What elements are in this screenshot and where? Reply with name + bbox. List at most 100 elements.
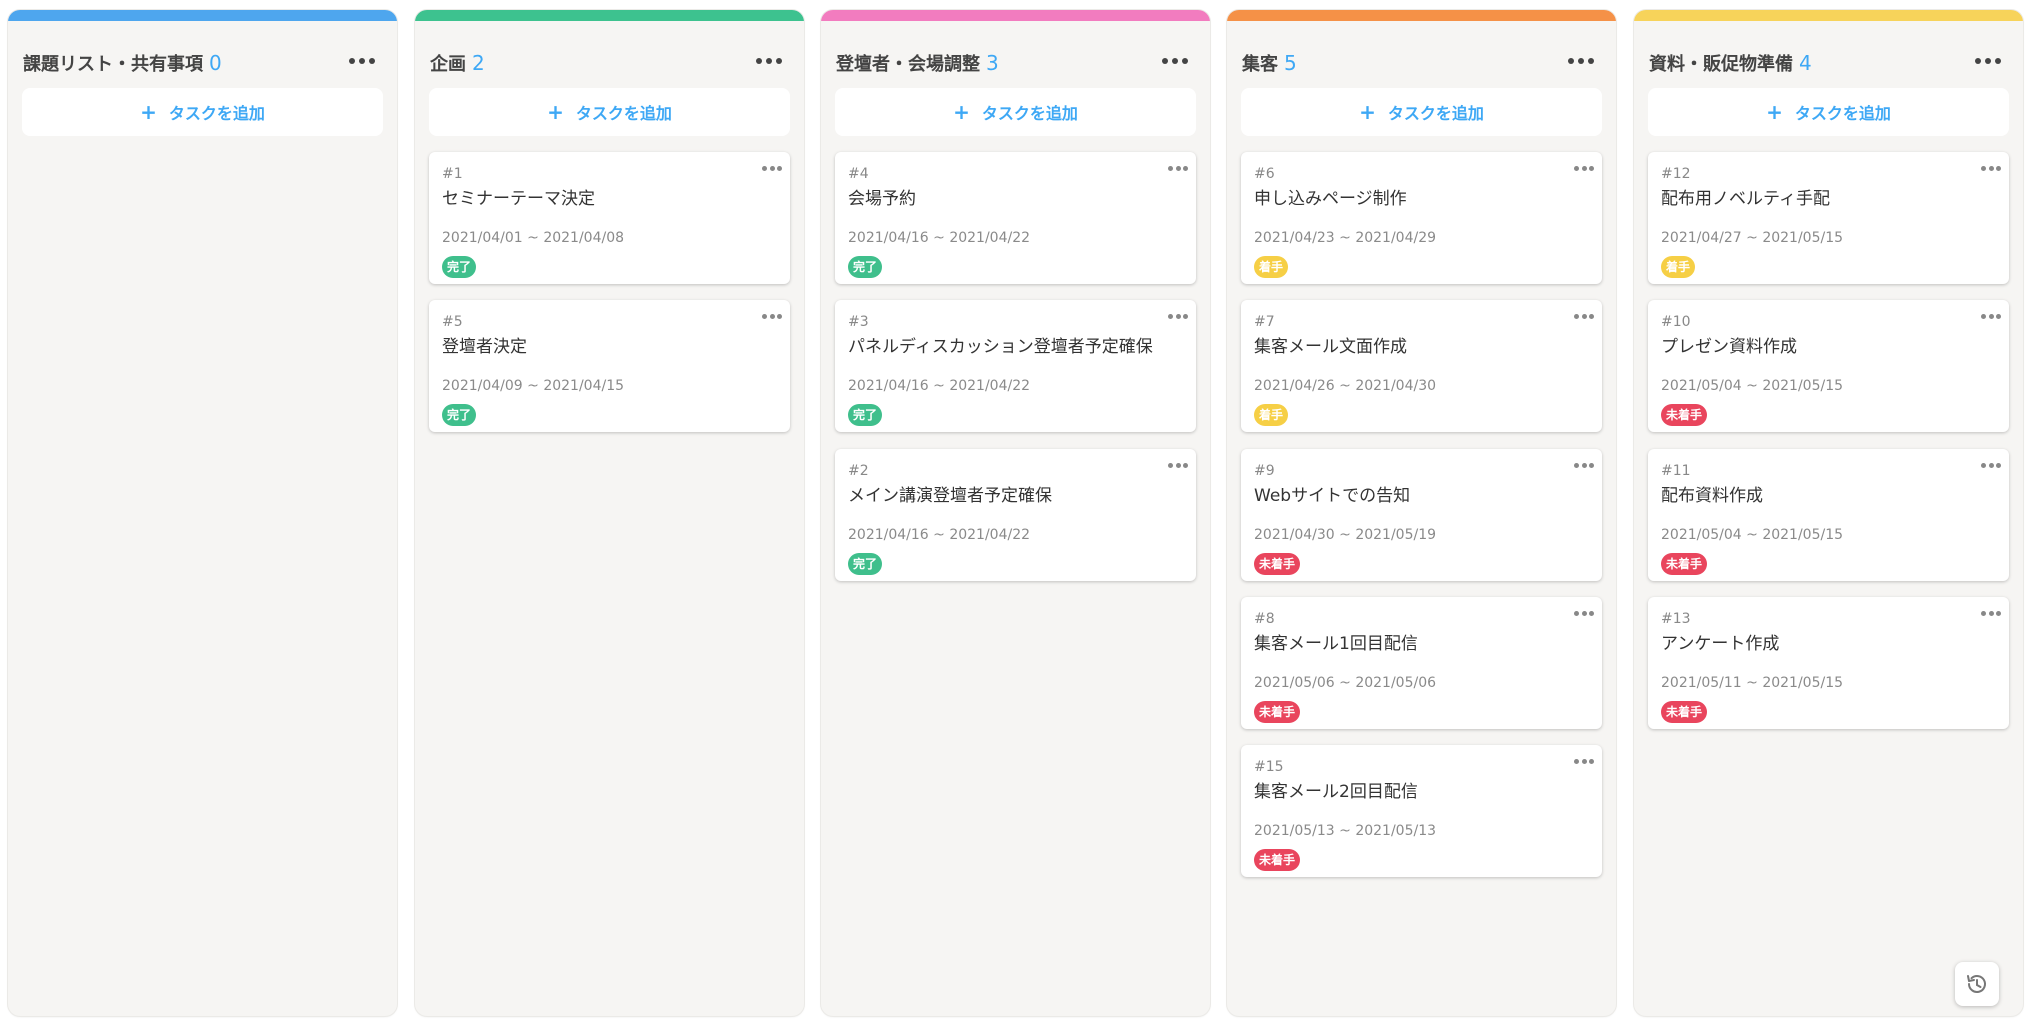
status-badge: 完了 bbox=[442, 256, 477, 278]
task-dates: 2021/05/13 ~ 2021/05/13 bbox=[1254, 823, 1437, 839]
column-header: 課題リスト・共有事項 0 bbox=[23, 48, 375, 78]
task-dates: 2021/04/09 ~ 2021/04/15 bbox=[442, 378, 625, 394]
card-more-icon[interactable] bbox=[1981, 463, 2001, 469]
task-number: #15 bbox=[1254, 759, 1284, 775]
task-dates: 2021/04/16 ~ 2021/04/22 bbox=[848, 378, 1031, 394]
column-title: 企画 2 bbox=[430, 51, 485, 75]
task-dates: 2021/04/30 ~ 2021/05/19 bbox=[1254, 527, 1437, 543]
card-more-icon[interactable] bbox=[1168, 166, 1188, 172]
task-card[interactable]: #12 配布用ノベルティ手配 2021/04/27 ~ 2021/05/15 着… bbox=[1648, 152, 2009, 284]
column-speakers-venue: 登壇者・会場調整 3 + タスクを追加 #4 会場予約 2021/04/16 ~ 2… bbox=[821, 10, 1210, 1016]
column-title: 資料・販促物準備 4 bbox=[1649, 51, 1812, 75]
task-card[interactable]: #10 プレゼン資料作成 2021/05/04 ~ 2021/05/15 未着手 bbox=[1648, 300, 2009, 432]
column-more-icon[interactable] bbox=[1162, 50, 1188, 72]
add-task-button[interactable]: + タスクを追加 bbox=[1648, 88, 2009, 136]
column-color-bar bbox=[821, 10, 1210, 21]
column-color-bar bbox=[1634, 10, 2023, 21]
task-card[interactable]: #15 集客メール2回目配信 2021/05/13 ~ 2021/05/13 未… bbox=[1241, 745, 1602, 877]
task-number: #4 bbox=[848, 166, 869, 182]
card-more-icon[interactable] bbox=[762, 166, 782, 172]
history-button[interactable] bbox=[1955, 962, 1999, 1006]
card-more-icon[interactable] bbox=[1574, 314, 1594, 320]
task-title: 集客メール2回目配信 bbox=[1254, 782, 1418, 802]
plus-icon: + bbox=[140, 100, 157, 124]
column-title: 登壇者・会場調整 3 bbox=[836, 51, 999, 75]
card-more-icon[interactable] bbox=[1981, 611, 2001, 617]
task-card[interactable]: #5 登壇者決定 2021/04/09 ~ 2021/04/15 完了 bbox=[429, 300, 790, 432]
column-planning: 企画 2 + タスクを追加 #1 セミナーテーマ決定 2021/04/01 ~ 20… bbox=[415, 10, 804, 1016]
task-dates: 2021/04/27 ~ 2021/05/15 bbox=[1661, 230, 1844, 246]
task-number: #7 bbox=[1254, 314, 1275, 330]
status-badge: 着手 bbox=[1254, 404, 1289, 426]
task-number: #12 bbox=[1661, 166, 1691, 182]
status-badge: 完了 bbox=[442, 404, 477, 426]
task-dates: 2021/05/11 ~ 2021/05/15 bbox=[1661, 675, 1844, 691]
task-card[interactable]: #4 会場予約 2021/04/16 ~ 2021/04/22 完了 bbox=[835, 152, 1196, 284]
kanban-board: 課題リスト・共有事項 0 + タスクを追加 企画 2 + タスクを追加 #1 セミナーテ… bbox=[0, 0, 2030, 1028]
task-title: アンケート作成 bbox=[1661, 634, 1780, 654]
card-more-icon[interactable] bbox=[1574, 166, 1594, 172]
task-dates: 2021/04/01 ~ 2021/04/08 bbox=[442, 230, 625, 246]
add-task-button[interactable]: + タスクを追加 bbox=[22, 88, 383, 136]
status-badge: 未着手 bbox=[1661, 404, 1708, 426]
card-more-icon[interactable] bbox=[1574, 611, 1594, 617]
status-badge: 未着手 bbox=[1661, 701, 1708, 723]
card-more-icon[interactable] bbox=[1168, 314, 1188, 320]
task-dates: 2021/05/04 ~ 2021/05/15 bbox=[1661, 527, 1844, 543]
add-task-button[interactable]: + タスクを追加 bbox=[835, 88, 1196, 136]
task-title: Webサイトでの告知 bbox=[1254, 486, 1411, 506]
task-dates: 2021/05/04 ~ 2021/05/15 bbox=[1661, 378, 1844, 394]
task-number: #6 bbox=[1254, 166, 1275, 182]
column-title: 課題リスト・共有事項 0 bbox=[23, 51, 222, 75]
task-card[interactable]: #11 配布資料作成 2021/05/04 ~ 2021/05/15 未着手 bbox=[1648, 449, 2009, 581]
column-color-bar bbox=[1227, 10, 1616, 21]
column-more-icon[interactable] bbox=[349, 50, 375, 72]
column-count: 2 bbox=[472, 51, 485, 75]
column-more-icon[interactable] bbox=[1975, 50, 2001, 72]
add-task-button[interactable]: + タスクを追加 bbox=[1241, 88, 1602, 136]
add-task-button[interactable]: + タスクを追加 bbox=[429, 88, 790, 136]
task-card[interactable]: #2 メイン講演登壇者予定確保 2021/04/16 ~ 2021/04/22 … bbox=[835, 449, 1196, 581]
column-count: 5 bbox=[1284, 51, 1297, 75]
task-title: 登壇者決定 bbox=[442, 337, 527, 357]
task-card[interactable]: #9 Webサイトでの告知 2021/04/30 ~ 2021/05/19 未着… bbox=[1241, 449, 1602, 581]
status-badge: 着手 bbox=[1254, 256, 1289, 278]
column-header: 企画 2 bbox=[430, 48, 782, 78]
card-more-icon[interactable] bbox=[1981, 314, 2001, 320]
column-issues: 課題リスト・共有事項 0 + タスクを追加 bbox=[8, 10, 397, 1016]
task-title: メイン講演登壇者予定確保 bbox=[848, 486, 1052, 506]
task-card[interactable]: #6 申し込みページ制作 2021/04/23 ~ 2021/04/29 着手 bbox=[1241, 152, 1602, 284]
card-more-icon[interactable] bbox=[762, 314, 782, 320]
task-card[interactable]: #1 セミナーテーマ決定 2021/04/01 ~ 2021/04/08 完了 bbox=[429, 152, 790, 284]
task-number: #3 bbox=[848, 314, 869, 330]
task-card[interactable]: #7 集客メール文面作成 2021/04/26 ~ 2021/04/30 着手 bbox=[1241, 300, 1602, 432]
status-badge: 完了 bbox=[848, 553, 883, 575]
plus-icon: + bbox=[953, 100, 970, 124]
status-badge: 未着手 bbox=[1254, 701, 1301, 723]
task-card[interactable]: #8 集客メール1回目配信 2021/05/06 ~ 2021/05/06 未着… bbox=[1241, 597, 1602, 729]
status-badge: 未着手 bbox=[1254, 849, 1301, 871]
history-icon bbox=[1967, 975, 1986, 993]
task-number: #11 bbox=[1661, 463, 1691, 479]
column-more-icon[interactable] bbox=[756, 50, 782, 72]
task-card[interactable]: #3 パネルディスカッション登壇者予定確保 2021/04/16 ~ 2021/… bbox=[835, 300, 1196, 432]
column-materials: 資料・販促物準備 4 + タスクを追加 #12 配布用ノベルティ手配 2021/04… bbox=[1634, 10, 2023, 1016]
task-title: 配布用ノベルティ手配 bbox=[1661, 189, 1830, 209]
task-dates: 2021/04/26 ~ 2021/04/30 bbox=[1254, 378, 1437, 394]
task-title: 集客メール文面作成 bbox=[1254, 337, 1407, 357]
status-badge: 完了 bbox=[848, 256, 883, 278]
task-card[interactable]: #13 アンケート作成 2021/05/11 ~ 2021/05/15 未着手 bbox=[1648, 597, 2009, 729]
card-more-icon[interactable] bbox=[1574, 759, 1594, 765]
card-more-icon[interactable] bbox=[1574, 463, 1594, 469]
column-color-bar bbox=[8, 10, 397, 21]
card-more-icon[interactable] bbox=[1168, 463, 1188, 469]
task-title: 会場予約 bbox=[848, 189, 916, 209]
column-more-icon[interactable] bbox=[1568, 50, 1594, 72]
column-header: 資料・販促物準備 4 bbox=[1649, 48, 2001, 78]
task-number: #9 bbox=[1254, 463, 1275, 479]
card-more-icon[interactable] bbox=[1981, 166, 2001, 172]
column-color-bar bbox=[415, 10, 804, 21]
task-number: #1 bbox=[442, 166, 463, 182]
status-badge: 未着手 bbox=[1254, 553, 1301, 575]
plus-icon: + bbox=[1359, 100, 1376, 124]
